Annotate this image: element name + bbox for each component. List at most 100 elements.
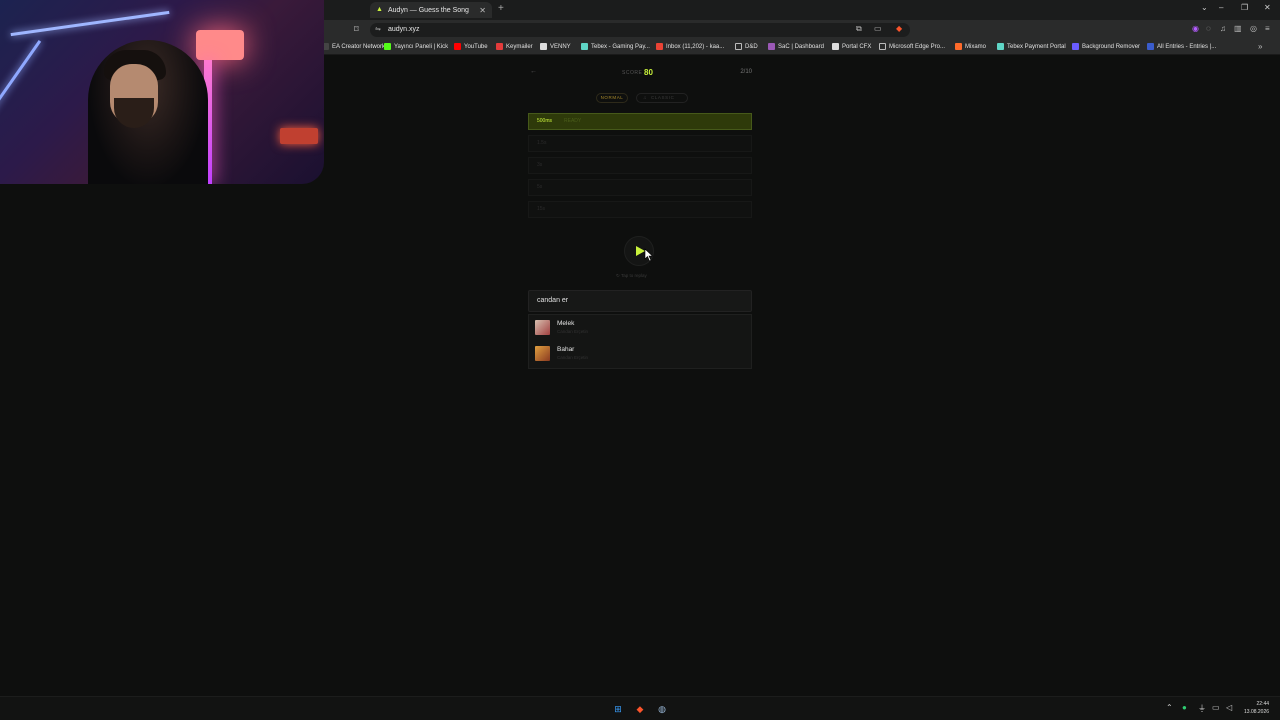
bookmark-label: D&D bbox=[745, 43, 758, 50]
result-item[interactable]: Melek Candan Erçetin bbox=[529, 315, 751, 341]
tebex-icon bbox=[581, 43, 588, 50]
bookmark-label: Mixamo bbox=[965, 43, 987, 50]
windows-taskbar: ⊞ ◆ ◍ ⌃ ● ⏚ ▭ ◁ 22:44 13.08.2026 bbox=[0, 696, 1280, 720]
bg-remover-icon bbox=[1072, 43, 1079, 50]
mode-classic-pill[interactable]: ♫ CLASSIC bbox=[636, 93, 688, 103]
mode-classic-label: CLASSIC bbox=[650, 95, 675, 100]
gmail-icon bbox=[656, 43, 663, 50]
bookmark-label: Tebex Payment Portal bbox=[1007, 43, 1066, 50]
minimize-icon[interactable]: – bbox=[1219, 3, 1223, 12]
sac-icon bbox=[768, 43, 775, 50]
bookmark-item[interactable]: Portal CFX bbox=[832, 43, 871, 50]
bookmark-label: SaC | Dashboard bbox=[778, 43, 824, 50]
volume-icon[interactable]: ◁ bbox=[1226, 703, 1232, 712]
round-counter: 2/10 bbox=[740, 69, 752, 75]
bookmark-label: Background Remover bbox=[1082, 43, 1141, 50]
more-bookmarks-icon[interactable]: » bbox=[1258, 42, 1262, 51]
result-artist: Candan Erçetin bbox=[557, 329, 589, 334]
bookmark-item[interactable]: Microsoft Edge Pro... bbox=[879, 43, 945, 50]
result-title: Bahar bbox=[557, 346, 575, 353]
browser-tab-active[interactable]: ▲ Audyn — Guess the Song ✕ bbox=[370, 2, 492, 18]
score-label: SCORE bbox=[622, 70, 643, 76]
new-tab-button[interactable]: + bbox=[498, 3, 504, 14]
bookmark-item[interactable]: YouTube bbox=[454, 43, 488, 50]
bookmark-item[interactable]: Tebex - Gaming Pay... bbox=[581, 43, 650, 50]
site-info-icon[interactable]: ⇋ bbox=[375, 23, 381, 37]
neon-light bbox=[10, 10, 170, 37]
windows-start-icon[interactable]: ⊞ bbox=[611, 702, 625, 716]
bookmark-label: Tebex - Gaming Pay... bbox=[591, 43, 650, 50]
bookmark-label: Portal CFX bbox=[842, 43, 872, 50]
venny-icon bbox=[540, 43, 547, 50]
restore-icon[interactable]: ❐ bbox=[1241, 3, 1248, 12]
result-artist: Candan Erçetin bbox=[557, 355, 589, 360]
bookmark-item[interactable]: Keymailer bbox=[496, 43, 533, 50]
menu-icon[interactable]: ≡ bbox=[1265, 24, 1270, 33]
extension-icon[interactable]: ◉ bbox=[1192, 24, 1199, 33]
game-topbar: ← SCORE 80 2/10 bbox=[528, 68, 752, 80]
bookmark-item[interactable]: Yayıncı Paneli | Kick bbox=[384, 43, 448, 50]
mixamo-icon bbox=[955, 43, 962, 50]
steam-icon[interactable]: ◍ bbox=[655, 702, 669, 716]
tray-app-icon[interactable]: ● bbox=[1182, 703, 1187, 712]
bookmark-item[interactable]: SaC | Dashboard bbox=[768, 43, 824, 50]
music-icon[interactable]: ♫ bbox=[1220, 24, 1226, 33]
brave-shield-icon[interactable]: ◆ bbox=[896, 24, 902, 33]
bookmark-item[interactable]: Tebex Payment Portal bbox=[997, 43, 1066, 50]
result-item[interactable]: Bahar Candan Erçetin bbox=[529, 341, 751, 367]
kick-icon bbox=[384, 43, 391, 50]
close-window-icon[interactable]: ✕ bbox=[1264, 3, 1271, 12]
back-arrow-icon[interactable]: ← bbox=[530, 68, 537, 75]
bookmark-label: EA Creator Network bbox=[332, 43, 386, 50]
bookmark-label: VENNY bbox=[550, 43, 571, 50]
album-cover-thumb bbox=[535, 346, 550, 361]
tray-chevron-icon[interactable]: ⌃ bbox=[1166, 703, 1173, 712]
system-clock[interactable]: 22:44 13.08.2026 bbox=[1244, 700, 1269, 716]
album-cover-thumb bbox=[535, 320, 550, 335]
tab-close-icon[interactable]: ✕ bbox=[479, 6, 486, 15]
replay-hint-text: Tap to replay bbox=[620, 273, 647, 278]
clip-length: 15s bbox=[537, 206, 546, 212]
reader-mode-icon[interactable]: ▭ bbox=[874, 24, 882, 33]
url-field[interactable]: ⇋ audyn.xyz bbox=[370, 23, 910, 37]
neon-light bbox=[0, 39, 42, 141]
clip-slot-1: 500ms READY bbox=[528, 113, 752, 130]
bookmark-item[interactable]: All Entries - Entries |... bbox=[1147, 43, 1216, 50]
guess-search-input[interactable]: candan er bbox=[528, 290, 752, 312]
mode-normal-pill[interactable]: NORMAL bbox=[596, 93, 628, 103]
url-text: audyn.xyz bbox=[388, 26, 420, 33]
bookmark-item[interactable]: EA Creator Network bbox=[322, 43, 385, 50]
wallet-icon[interactable]: ◎ bbox=[1250, 24, 1257, 33]
clip-slot-2: 1.5s bbox=[528, 135, 752, 152]
tebex-icon bbox=[997, 43, 1004, 50]
clip-status: READY bbox=[564, 118, 582, 124]
folder-icon bbox=[735, 43, 742, 50]
clip-length: 500ms bbox=[537, 118, 553, 124]
clip-slot-5: 15s bbox=[528, 201, 752, 218]
clip-slot-4: 5s bbox=[528, 179, 752, 196]
bookmark-label: Yayıncı Paneli | Kick bbox=[394, 43, 449, 50]
music-note-icon: ♫ bbox=[643, 95, 647, 100]
bookmark-item[interactable]: Mixamo bbox=[955, 43, 986, 50]
cfx-icon bbox=[832, 43, 839, 50]
clip-slot-3: 3s bbox=[528, 157, 752, 174]
bookmark-item[interactable]: VENNY bbox=[540, 43, 571, 50]
sidebar-icon[interactable]: ▥ bbox=[1234, 24, 1242, 33]
mouse-cursor-icon bbox=[644, 248, 654, 262]
clip-length: 3s bbox=[537, 162, 543, 168]
clock-date: 13.08.2026 bbox=[1244, 709, 1270, 715]
network-icon[interactable]: ▭ bbox=[1212, 703, 1220, 712]
microphone-icon[interactable]: ⏚ bbox=[1198, 703, 1206, 714]
chat-icon[interactable]: ◌ bbox=[1206, 24, 1211, 33]
lamp-shade bbox=[196, 30, 244, 60]
translate-icon[interactable]: ⧉ bbox=[856, 24, 862, 34]
tab-list-chevron-icon[interactable]: ⌄ bbox=[1201, 3, 1208, 12]
result-title: Melek bbox=[557, 320, 575, 327]
brave-browser-icon[interactable]: ◆ bbox=[633, 702, 647, 716]
bookmark-page-icon[interactable]: ⌑ bbox=[354, 24, 359, 35]
clock-time: 22:44 bbox=[1256, 701, 1270, 707]
bookmark-item[interactable]: Inbox (11,202) - kaa... bbox=[656, 43, 724, 50]
audyn-favicon-icon: ▲ bbox=[376, 6, 383, 13]
bookmark-item[interactable]: D&D bbox=[735, 43, 758, 50]
bookmark-item[interactable]: Background Remover bbox=[1072, 43, 1140, 50]
